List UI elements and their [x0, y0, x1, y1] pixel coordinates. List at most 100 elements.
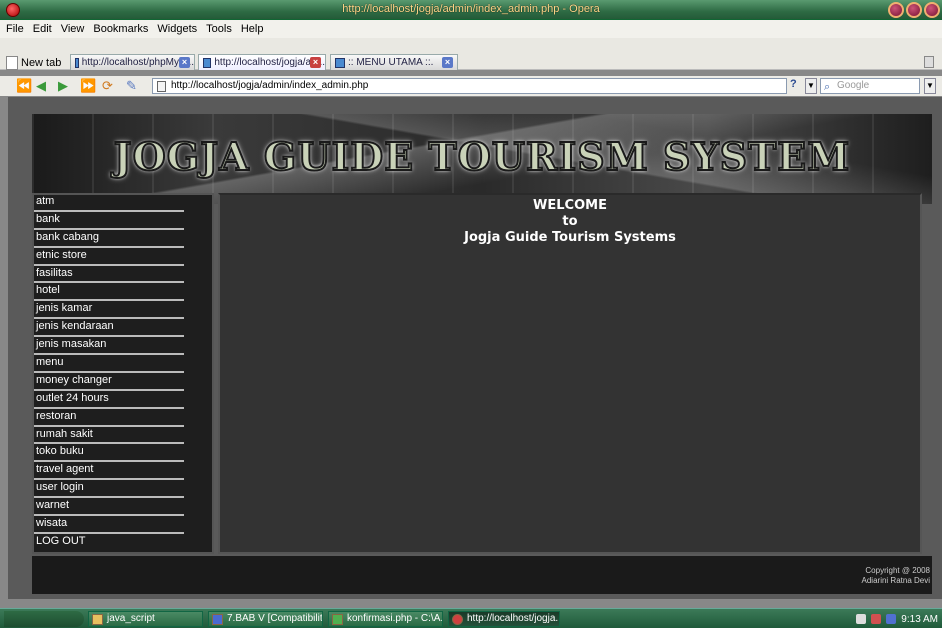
welcome-message: WELCOME to Jogja Guide Tourism Systems	[220, 195, 920, 246]
minimize-button[interactable]	[888, 2, 904, 18]
page-layout: atm bank bank cabang etnic store fasilit…	[32, 193, 932, 554]
tab-label: http://localhost/jogja/ad...	[214, 57, 325, 68]
link-bank-cabang[interactable]: bank cabang	[34, 231, 212, 244]
link-fasilitas[interactable]: fasilitas	[34, 267, 212, 280]
taskbar-item-java-script[interactable]: java_script	[88, 611, 203, 627]
menu-item: LOG OUT	[34, 535, 212, 553]
new-tab-button[interactable]: New tab	[6, 56, 61, 70]
new-page-icon	[6, 56, 18, 70]
search-engine-dropdown-button[interactable]: ▼	[924, 78, 936, 94]
opera-icon	[452, 614, 463, 625]
page-icon	[75, 57, 79, 68]
clock[interactable]: 9:13 AM	[901, 614, 938, 625]
link-warnet[interactable]: warnet	[34, 499, 212, 512]
help-question-icon[interactable]: ?	[790, 78, 802, 94]
page-footer: Copyright @ 2008 Adiarini Ratna Devi	[32, 556, 932, 594]
link-jenis-kendaraan[interactable]: jenis kendaraan	[34, 320, 212, 333]
search-placeholder: Google	[837, 80, 870, 91]
taskbar-item-label: http://localhost/jogja...	[467, 613, 560, 624]
menu-item: jenis kamar	[34, 302, 212, 320]
menu-item: menu	[34, 356, 212, 374]
menu-item: rumah sakit	[34, 428, 212, 446]
menu-item: wisata	[34, 517, 212, 535]
fast-forward-icon[interactable]: ⏩	[80, 79, 96, 93]
banner-title: JOGJA GUIDE TOURISM SYSTEM	[113, 133, 851, 180]
menu-bookmarks[interactable]: Bookmarks	[93, 23, 148, 35]
edit-pen-icon[interactable]: ✎	[126, 79, 137, 93]
title-bar: http://localhost/jogja/admin/index_admin…	[0, 0, 942, 20]
trash-icon[interactable]	[924, 56, 934, 68]
menu-view[interactable]: View	[61, 23, 85, 35]
tab-jogja-admin[interactable]: http://localhost/jogja/ad... ×	[198, 54, 326, 70]
tab-label: http://localhost/phpMyA...	[81, 57, 194, 68]
link-travel-agent[interactable]: travel agent	[34, 463, 212, 476]
start-button[interactable]	[4, 611, 84, 627]
link-outlet-24-hours[interactable]: outlet 24 hours	[34, 392, 212, 405]
link-jenis-kamar[interactable]: jenis kamar	[34, 302, 212, 315]
windows-taskbar: java_script 7.BAB V [Compatibilit... kon…	[0, 608, 942, 628]
tab-phpmyadmin[interactable]: http://localhost/phpMyA... ×	[70, 54, 195, 70]
tab-bar: New tab http://localhost/phpMyA... × htt…	[0, 38, 942, 70]
rewind-icon[interactable]: ⏪	[16, 79, 32, 93]
link-restoran[interactable]: restoran	[34, 410, 212, 423]
taskbar-item-opera[interactable]: http://localhost/jogja...	[448, 611, 560, 627]
link-bank[interactable]: bank	[34, 213, 212, 226]
close-window-button[interactable]	[924, 2, 940, 18]
menu-item: toko buku	[34, 445, 212, 463]
tab-label: :: MENU UTAMA ::.	[348, 57, 434, 68]
menu-item: fasilitas	[34, 267, 212, 285]
window-title: http://localhost/jogja/admin/index_admin…	[342, 3, 600, 15]
menu-help[interactable]: Help	[241, 23, 264, 35]
close-tab-icon[interactable]: ×	[442, 57, 453, 68]
new-tab-label: New tab	[21, 57, 62, 69]
menu-edit[interactable]: Edit	[33, 23, 52, 35]
link-hotel[interactable]: hotel	[34, 284, 212, 297]
close-tab-icon[interactable]: ×	[179, 57, 190, 68]
copyright-text: Copyright @ 2008 Adiarini Ratna Devi	[862, 566, 930, 586]
link-etnic-store[interactable]: etnic store	[34, 249, 212, 262]
link-user-login[interactable]: user login	[34, 481, 212, 494]
taskbar-item-word-doc[interactable]: 7.BAB V [Compatibilit...	[208, 611, 323, 627]
copyright-line: Copyright @ 2008	[865, 566, 930, 575]
menu-file[interactable]: File	[6, 23, 24, 35]
menu-item: bank cabang	[34, 231, 212, 249]
link-menu[interactable]: menu	[34, 356, 212, 369]
address-url: http://localhost/jogja/admin/index_admin…	[171, 80, 369, 91]
taskbar-item-label: java_script	[107, 613, 155, 624]
link-wisata[interactable]: wisata	[34, 517, 212, 530]
reload-icon[interactable]: ⟳	[102, 79, 113, 93]
menu-item: hotel	[34, 284, 212, 302]
welcome-line-2: to	[562, 214, 578, 229]
help-tray-icon[interactable]	[856, 614, 867, 624]
network-tray-icon[interactable]	[886, 614, 897, 624]
back-arrow-icon[interactable]: ◀	[36, 79, 46, 93]
logout-link[interactable]: LOG OUT	[34, 535, 212, 548]
menu-item: bank	[34, 213, 212, 231]
menu-item: outlet 24 hours	[34, 392, 212, 410]
link-jenis-masakan[interactable]: jenis masakan	[34, 338, 212, 351]
page-viewport: JOGJA GUIDE TOURISM SYSTEM atm bank bank…	[8, 97, 942, 599]
close-tab-icon[interactable]: ×	[310, 57, 321, 68]
search-field[interactable]: ⌕ Google	[820, 78, 920, 94]
menu-widgets[interactable]: Widgets	[157, 23, 197, 35]
address-dropdown-button[interactable]: ▼	[805, 78, 817, 94]
page-icon	[335, 57, 345, 68]
maximize-button[interactable]	[906, 2, 922, 18]
menu-item: jenis kendaraan	[34, 320, 212, 338]
folder-icon	[92, 614, 103, 625]
link-atm[interactable]: atm	[34, 195, 212, 208]
menu-item: etnic store	[34, 249, 212, 267]
menu-tools[interactable]: Tools	[206, 23, 232, 35]
welcome-line-1: WELCOME	[533, 198, 607, 213]
navigation-bar: ⏪ ◀ ▶ ⏩ ⟳ ✎ http://localhost/jogja/admin…	[0, 76, 942, 96]
taskbar-item-konfirmasi[interactable]: konfirmasi.php - C:\A...	[328, 611, 443, 627]
link-money-changer[interactable]: money changer	[34, 374, 212, 387]
antivirus-tray-icon[interactable]	[871, 614, 882, 624]
address-field[interactable]: http://localhost/jogja/admin/index_admin…	[152, 78, 787, 94]
link-rumah-sakit[interactable]: rumah sakit	[34, 428, 212, 441]
tab-menu-utama[interactable]: :: MENU UTAMA ::. ×	[330, 54, 458, 70]
forward-arrow-icon[interactable]: ▶	[58, 79, 68, 93]
menu-item: atm	[34, 195, 212, 213]
link-toko-buku[interactable]: toko buku	[34, 445, 212, 458]
document-icon	[157, 81, 166, 92]
